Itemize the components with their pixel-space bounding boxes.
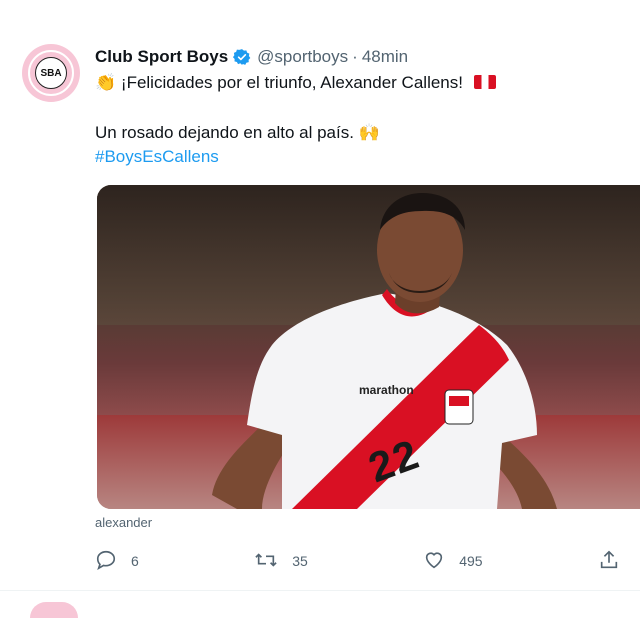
like-icon xyxy=(423,549,445,574)
tweet-text-line-2: Un rosado dejando en alto al país. 🙌 xyxy=(95,123,380,143)
retweet-button[interactable]: 35 xyxy=(254,549,308,574)
next-tweet-avatar[interactable] xyxy=(30,602,78,618)
tweet-text-line-1: 👏 ¡Felicidades por el triunfo, Alexander… xyxy=(95,73,496,93)
reply-icon xyxy=(95,549,117,574)
like-count: 495 xyxy=(459,553,483,569)
peru-flag-icon xyxy=(473,75,496,89)
retweet-count: 35 xyxy=(292,553,308,569)
like-button[interactable]: 495 xyxy=(423,549,483,574)
separator-dot: · xyxy=(352,47,358,66)
avatar-ring: SBA xyxy=(28,50,74,96)
author-handle[interactable]: @sportboys xyxy=(257,47,348,67)
tweet[interactable]: SBA Club Sport Boys @sportboys · 48min 👏… xyxy=(0,0,640,600)
photo-caption: alexander xyxy=(95,515,153,530)
hashtag-link[interactable]: #BoysEsCallens xyxy=(95,147,219,167)
share-icon xyxy=(598,549,620,574)
tweet-actions: 6 35 495 xyxy=(95,548,620,574)
avatar-text: SBA xyxy=(40,67,62,79)
retweet-icon xyxy=(254,549,278,574)
tweet-text-1: ¡Felicidades por el triunfo, Alexander C… xyxy=(120,73,463,92)
tweet-photo[interactable]: marathon 22 xyxy=(97,185,640,509)
jersey-sponsor: marathon xyxy=(359,383,414,397)
reply-count: 6 xyxy=(131,553,139,569)
share-button[interactable] xyxy=(598,549,620,574)
author-name[interactable]: Club Sport Boys xyxy=(95,47,228,67)
raising-hands-icon: 🙌 xyxy=(358,123,380,142)
timestamp[interactable]: 48min xyxy=(362,47,408,67)
tweet-divider xyxy=(0,590,640,591)
verified-badge-icon xyxy=(233,48,251,66)
clapping-hands-icon: 👏 xyxy=(95,73,117,92)
club-crest-logo: SBA xyxy=(35,57,67,89)
reply-button[interactable]: 6 xyxy=(95,549,139,574)
avatar[interactable]: SBA xyxy=(22,44,80,102)
tweet-text-2: Un rosado dejando en alto al país. xyxy=(95,123,354,142)
tweet-header: Club Sport Boys @sportboys · 48min xyxy=(95,46,408,68)
